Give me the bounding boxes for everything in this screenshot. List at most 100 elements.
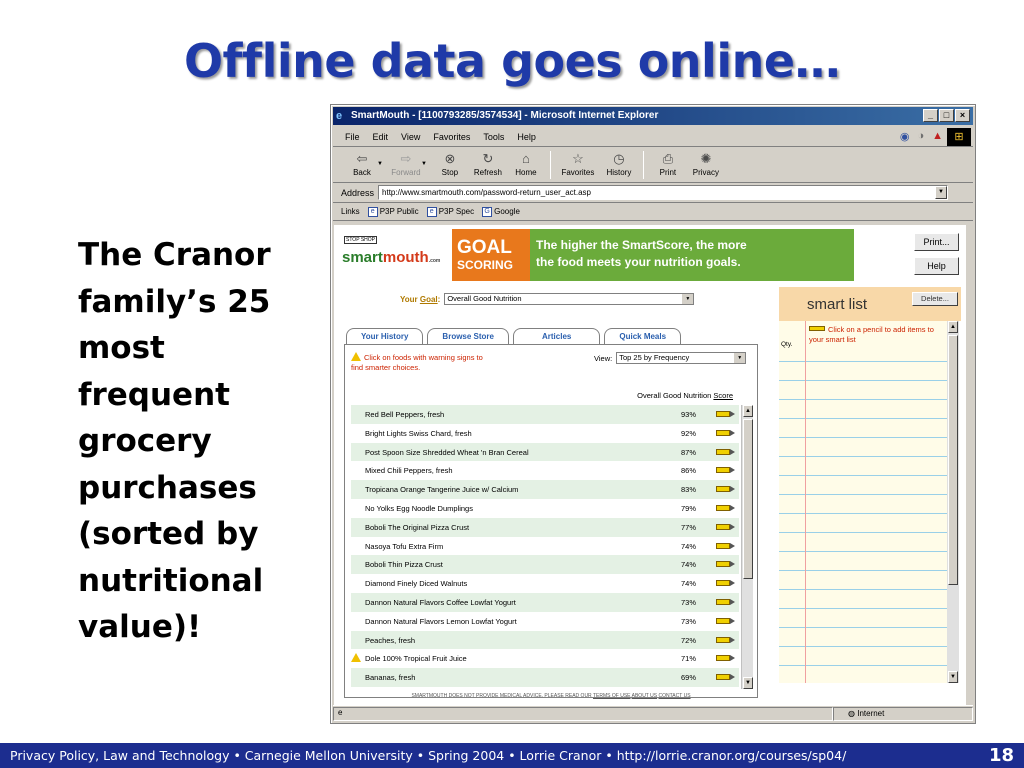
refresh-button[interactable]: ↻ Refresh [469,149,507,178]
food-name[interactable]: Nasoya Tofu Extra Firm [365,542,443,551]
scroll-thumb[interactable] [743,419,753,579]
pencil-icon[interactable] [714,561,735,568]
food-name[interactable]: No Yolks Egg Noodle Dumplings [365,504,473,513]
tab-articles[interactable]: Articles [513,328,601,344]
goal-select[interactable]: Overall Good Nutrition ▼ [444,293,695,305]
food-name[interactable]: Boboli Thin Pizza Crust [365,560,443,569]
back-dropdown-icon[interactable]: ▼ [377,161,383,167]
help-button[interactable]: Help [914,257,959,275]
food-row[interactable]: Mixed Chili Peppers, fresh 86% [351,461,739,481]
menu-help[interactable]: Help [517,132,536,142]
score-link[interactable]: Score [713,391,733,400]
menu-favorites[interactable]: Favorites [433,132,470,142]
food-row[interactable]: Tropicana Orange Tangerine Juice w/ Calc… [351,480,739,499]
pencil-icon[interactable] [714,580,735,587]
print-toolbar-button[interactable]: ⎙ Print [649,149,687,178]
pencil-icon[interactable] [714,617,735,624]
food-name[interactable]: Tropicana Orange Tangerine Juice w/ Calc… [365,485,518,494]
food-name[interactable]: Red Bell Peppers, fresh [365,410,444,419]
food-row[interactable]: No Yolks Egg Noodle Dumplings 79% [351,498,739,518]
menu-tools[interactable]: Tools [483,132,504,142]
about-link[interactable]: ABOUT US [632,693,657,699]
warning-icon[interactable] [351,653,361,663]
food-name[interactable]: Boboli The Original Pizza Crust [365,523,469,532]
privacy-report-icon[interactable]: ◑ [917,130,924,143]
food-row[interactable]: Bananas, fresh 69% [351,668,739,687]
chevron-down-icon[interactable]: ▼ [734,353,746,363]
pencil-icon[interactable] [714,636,735,643]
pencil-icon[interactable] [714,674,735,681]
scroll-up-icon[interactable]: ▲ [743,405,753,417]
history-button[interactable]: ◷ History [600,149,638,178]
back-button[interactable]: ⇦ Back [343,149,381,178]
link-google[interactable]: G Google [482,206,520,217]
address-input[interactable]: http://www.smartmouth.com/password-retur… [378,185,949,200]
menu-file[interactable]: File [345,132,360,142]
menu-edit[interactable]: Edit [373,132,389,142]
food-row[interactable]: Dannon Natural Flavors Lemon Lowfat Yogu… [351,611,739,631]
food-row[interactable]: Dole 100% Tropical Fruit Juice 71% [351,649,739,669]
food-row[interactable]: Post Spoon Size Shredded Wheat 'n Bran C… [351,442,739,462]
food-name[interactable]: Dole 100% Tropical Fruit Juice [365,654,467,663]
food-row[interactable]: Nasoya Tofu Extra Firm 74% [351,536,739,556]
pencil-icon[interactable] [714,448,735,455]
maximize-button[interactable]: □ [939,109,954,122]
food-row[interactable]: Bright Lights Swiss Chard, fresh 92% [351,423,739,443]
print-button[interactable]: Print... [914,233,959,251]
minimize-button[interactable]: _ [923,109,938,122]
smart-list-scrollbar[interactable]: ▲ ▼ [947,321,959,683]
eye-icon[interactable]: ◉ [900,130,910,143]
privacy-button[interactable]: ✺ Privacy [687,149,725,178]
view-select[interactable]: Top 25 by Frequency ▼ [616,352,747,364]
food-list-scrollbar[interactable]: ▲ ▼ [741,405,753,689]
favorites-button[interactable]: ☆ Favorites [556,149,600,178]
contact-link[interactable]: CONTACT US [659,693,691,699]
goal-link[interactable]: Goal [420,295,438,304]
forward-button[interactable]: ⇨ Forward [387,149,425,178]
food-name[interactable]: Peaches, fresh [365,636,415,645]
pencil-icon[interactable] [714,429,735,436]
pencil-icon[interactable] [714,467,735,474]
tab-browse-store[interactable]: Browse Store [427,328,509,344]
pencil-icon[interactable] [714,655,735,662]
menu-view[interactable]: View [401,132,420,142]
pencil-icon[interactable] [714,542,735,549]
food-name[interactable]: Bright Lights Swiss Chard, fresh [365,429,472,438]
address-dropdown-icon[interactable]: ▼ [935,186,948,199]
chevron-down-icon[interactable]: ▼ [682,294,694,304]
food-name[interactable]: Diamond Finely Diced Walnuts [365,579,467,588]
smartmouth-logo[interactable]: STOP SHOP smartmouth.com [342,231,440,281]
forward-dropdown-icon[interactable]: ▼ [421,161,427,167]
person-icon[interactable]: ▲ [932,130,943,143]
food-name[interactable]: Post Spoon Size Shredded Wheat 'n Bran C… [365,448,529,457]
pencil-icon[interactable] [714,486,735,493]
food-row[interactable]: Dannon Natural Flavors Coffee Lowfat Yog… [351,592,739,612]
logo-wordmark: smartmouth.com [342,249,440,266]
food-row[interactable]: Boboli The Original Pizza Crust 77% [351,517,739,537]
pencil-icon[interactable] [714,523,735,530]
scroll-thumb[interactable] [948,335,958,585]
scroll-up-icon[interactable]: ▲ [948,321,958,333]
delete-button[interactable]: Delete... [912,292,958,306]
food-name[interactable]: Mixed Chili Peppers, fresh [365,466,453,475]
food-row[interactable]: Boboli Thin Pizza Crust 74% [351,555,739,575]
food-name[interactable]: Dannon Natural Flavors Coffee Lowfat Yog… [365,598,516,607]
link-p3p-spec[interactable]: e P3P Spec [426,206,474,217]
tab-quick-meals[interactable]: Quick Meals [604,328,682,344]
pencil-icon[interactable] [714,598,735,605]
tab-your-history[interactable]: Your History [346,328,424,344]
food-row[interactable]: Diamond Finely Diced Walnuts 74% [351,574,739,593]
food-row[interactable]: Red Bell Peppers, fresh 93% [351,405,739,424]
food-name[interactable]: Bananas, fresh [365,673,415,682]
stop-button[interactable]: ⊗ Stop [431,149,469,178]
link-p3p-public[interactable]: e P3P Public [367,206,419,217]
scroll-down-icon[interactable]: ▼ [743,677,753,689]
terms-link[interactable]: TERMS OF USE [593,693,631,699]
food-row[interactable]: Peaches, fresh 72% [351,630,739,650]
pencil-icon[interactable] [714,504,735,511]
food-name[interactable]: Dannon Natural Flavors Lemon Lowfat Yogu… [365,617,517,626]
scroll-down-icon[interactable]: ▼ [948,671,958,683]
pencil-icon[interactable] [714,411,735,417]
home-button[interactable]: ⌂ Home [507,149,545,178]
close-button[interactable]: × [955,109,970,122]
